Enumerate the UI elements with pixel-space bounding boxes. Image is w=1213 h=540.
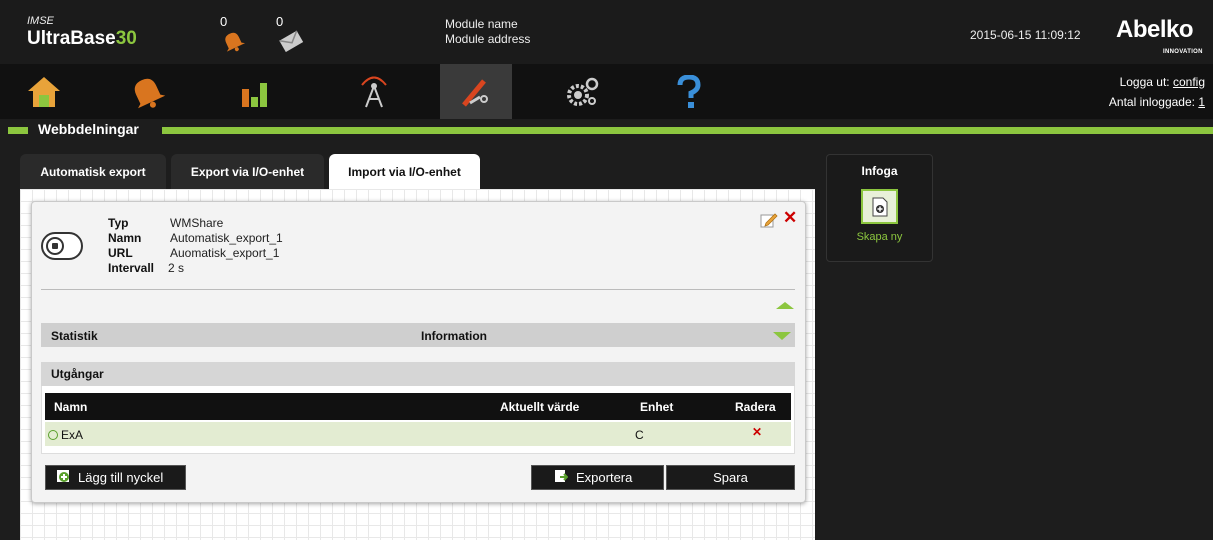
edit-icon[interactable] — [760, 212, 778, 231]
help-icon — [677, 74, 701, 108]
tab-automatisk-export[interactable]: Automatisk export — [20, 154, 166, 190]
nav-help[interactable] — [645, 64, 733, 119]
message-envelope-icon[interactable] — [278, 30, 304, 55]
title-line-left — [8, 127, 28, 134]
module-address: Module address — [445, 32, 531, 46]
nav-home[interactable] — [0, 64, 88, 119]
create-new-label: Skapa ny — [856, 231, 903, 243]
module-info: Module name Module address — [445, 17, 530, 47]
table-row[interactable]: ExA C ✕ — [45, 420, 791, 446]
outputs-header — [41, 362, 795, 386]
outputs-table: Namn Aktuellt värde Enhet Radera ExA C ✕ — [45, 393, 791, 446]
export-label: Exportera — [576, 470, 633, 485]
col-namn: Namn — [54, 400, 88, 414]
module-name: Module name — [445, 17, 518, 31]
brand-name: UltraBase30 — [27, 28, 137, 49]
row-unit: C — [635, 428, 644, 442]
add-document-icon — [56, 469, 70, 486]
nav-tools[interactable] — [440, 64, 512, 119]
title-line-right — [162, 127, 1213, 134]
alarm-count: 0 — [220, 14, 228, 29]
collapse-arrow-icon[interactable] — [776, 302, 794, 309]
typ-label: Typ — [108, 216, 129, 230]
new-document-icon — [872, 197, 887, 216]
export-icon — [554, 469, 569, 486]
status-circle-icon — [48, 430, 58, 440]
stop-icon — [46, 237, 64, 255]
logged-in-label: Antal inloggade: — [1108, 95, 1199, 109]
save-label: Spara — [713, 470, 748, 485]
abelko-logo: Abelko — [1116, 16, 1194, 43]
share-toggle[interactable] — [41, 232, 83, 260]
logout-label: Logga ut: — [1119, 75, 1173, 89]
nav-charts[interactable] — [212, 64, 300, 119]
logged-in-count-link[interactable]: 1 — [1198, 95, 1205, 109]
page-title: Webbdelningar — [38, 121, 139, 137]
alarm-bell-icon[interactable] — [220, 30, 246, 55]
col-aktuellt-varde: Aktuellt värde — [500, 400, 580, 414]
insert-title: Infoga — [861, 164, 898, 178]
namn-label: Namn — [108, 231, 142, 245]
nav-settings[interactable] — [538, 64, 626, 119]
brand-prefix: IMSE — [27, 15, 54, 27]
session-info: Logga ut: config Antal inloggade: 1 — [1109, 72, 1205, 112]
nav-alarms[interactable] — [103, 64, 191, 119]
url-value: Auomatisk_export_1 — [170, 246, 280, 260]
statistik-bar[interactable] — [41, 323, 795, 347]
row-name: ExA — [48, 428, 83, 442]
col-enhet: Enhet — [640, 400, 674, 414]
logout-user-link[interactable]: config — [1173, 75, 1205, 89]
add-key-label: Lägg till nyckel — [78, 470, 164, 485]
expand-arrow-icon[interactable] — [773, 332, 791, 340]
add-key-button[interactable]: Lägg till nyckel — [45, 465, 186, 490]
gears-icon — [567, 77, 599, 106]
tab-export-via-io[interactable]: Export via I/O-enhet — [171, 154, 324, 190]
alarm-bell-icon — [134, 78, 166, 108]
information-label: Information — [421, 329, 487, 343]
main-nav: Logga ut: config Antal inloggade: 1 — [0, 64, 1213, 119]
bar-chart-icon — [242, 82, 267, 107]
message-count: 0 — [276, 14, 284, 29]
radio-tower-icon — [361, 76, 387, 107]
nav-communication[interactable] — [330, 64, 418, 119]
divider — [41, 289, 795, 290]
delete-share-icon[interactable]: ✕ — [783, 208, 797, 228]
intervall-value: 2 s — [168, 261, 185, 275]
intervall-label: Intervall — [108, 261, 155, 275]
tools-icon — [462, 78, 488, 107]
export-button[interactable]: Exportera — [531, 465, 664, 490]
abelko-logo-sub: INNOVATION — [1163, 49, 1203, 55]
tab-import-via-io[interactable]: Import via I/O-enhet — [329, 154, 480, 190]
delete-row-icon[interactable]: ✕ — [752, 425, 762, 439]
col-radera: Radera — [735, 400, 776, 414]
create-new-button[interactable] — [861, 189, 898, 224]
typ-value: WMShare — [170, 216, 224, 230]
namn-value: Automatisk_export_1 — [170, 231, 283, 245]
url-label: URL — [108, 246, 133, 260]
statistik-label: Statistik — [51, 329, 98, 343]
outputs-title: Utgångar — [51, 367, 104, 381]
home-icon — [28, 76, 60, 107]
table-header: Namn Aktuellt värde Enhet Radera — [45, 393, 791, 420]
current-datetime: 2015-06-15 11:09:12 — [970, 28, 1081, 42]
share-info: Typ WMShare Namn Automatisk_export_1 URL Au… — [108, 216, 283, 276]
top-header: IMSE UltraBase30 0 0 Module name Module … — [0, 0, 1213, 64]
save-button[interactable]: Spara — [666, 465, 795, 490]
